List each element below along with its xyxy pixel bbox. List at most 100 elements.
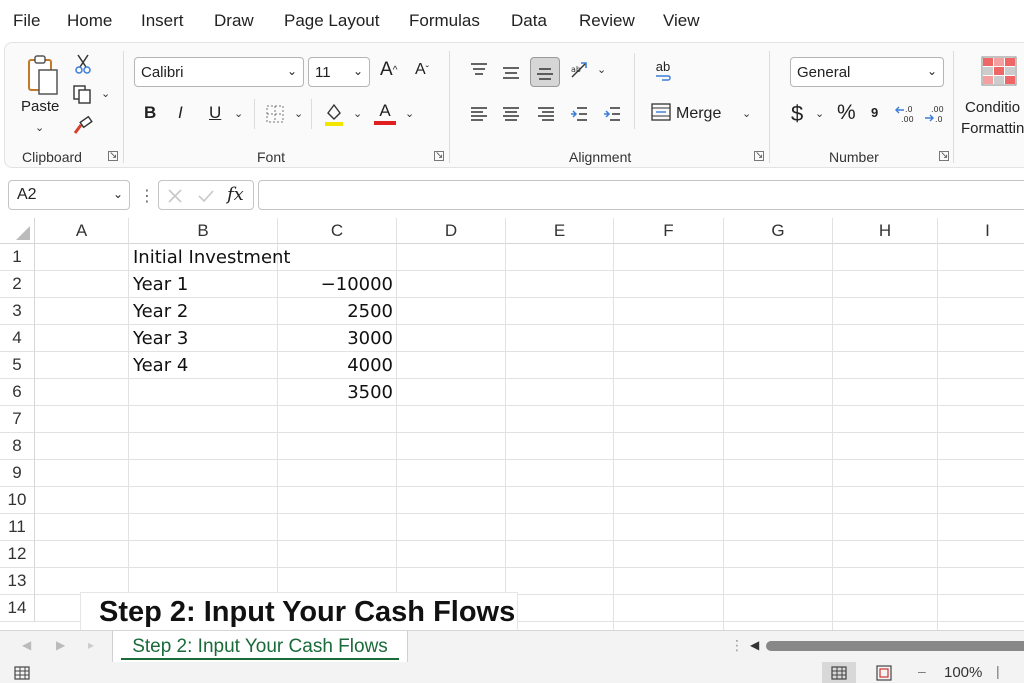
cell-c6[interactable]: 3500 bbox=[278, 379, 397, 406]
alignment-launcher-icon[interactable]: ↘ bbox=[754, 151, 764, 161]
cell-c3[interactable]: 2500 bbox=[278, 298, 397, 325]
menu-formulas[interactable]: Formulas bbox=[409, 11, 480, 31]
conditional-formatting-label-2[interactable]: Formattin bbox=[961, 120, 1024, 137]
bottom-align-icon[interactable] bbox=[530, 57, 560, 87]
grow-font-button[interactable]: A ^ bbox=[380, 59, 397, 81]
fill-color-chevron-icon[interactable]: ⌄ bbox=[353, 107, 362, 120]
formula-input[interactable] bbox=[258, 180, 1024, 210]
font-size-select[interactable]: 11 ⌄ bbox=[308, 57, 370, 87]
cell-c5[interactable]: 4000 bbox=[278, 352, 397, 379]
column-header-h[interactable]: H bbox=[833, 218, 938, 244]
decrease-decimal-icon[interactable]: .00.0 bbox=[923, 101, 947, 127]
merge-chevron-icon[interactable]: ⌄ bbox=[742, 107, 751, 120]
align-right-icon[interactable] bbox=[535, 103, 557, 125]
row-header-14[interactable]: 14 bbox=[0, 595, 35, 622]
menu-view[interactable]: View bbox=[663, 11, 700, 31]
column-header-c[interactable]: C bbox=[278, 218, 397, 244]
page-layout-view-icon[interactable] bbox=[876, 665, 892, 681]
clipboard-launcher-icon[interactable]: ↘ bbox=[108, 151, 118, 161]
italic-button[interactable]: I bbox=[178, 103, 183, 123]
horizontal-scrollbar[interactable] bbox=[766, 641, 1024, 651]
name-box[interactable]: A2 ⌄ bbox=[8, 180, 130, 210]
borders-icon[interactable] bbox=[264, 103, 286, 125]
cell-b3[interactable]: Year 2 bbox=[129, 298, 278, 325]
row-header-7[interactable]: 7 bbox=[0, 406, 35, 433]
select-all-corner[interactable] bbox=[0, 218, 35, 244]
middle-align-icon[interactable] bbox=[500, 61, 522, 83]
column-header-a[interactable]: A bbox=[35, 218, 129, 244]
comma-style-button[interactable]: 9 bbox=[871, 105, 878, 120]
cell-b2[interactable]: Year 1 bbox=[129, 271, 278, 298]
sheet-tab-active[interactable]: Step 2: Input Your Cash Flows bbox=[112, 631, 408, 663]
underline-button[interactable]: U bbox=[209, 103, 221, 123]
format-painter-icon[interactable] bbox=[71, 115, 95, 137]
scroll-left-icon[interactable]: ◀ bbox=[750, 638, 759, 652]
conditional-formatting-icon[interactable] bbox=[981, 55, 1017, 87]
enter-icon[interactable] bbox=[197, 188, 215, 204]
cell-b5[interactable]: Year 4 bbox=[129, 352, 278, 379]
decrease-indent-icon[interactable] bbox=[568, 103, 590, 125]
cell-b1[interactable]: Initial Investment bbox=[129, 244, 290, 271]
font-launcher-icon[interactable]: ↘ bbox=[434, 151, 444, 161]
sheet-stats-icon[interactable] bbox=[14, 666, 30, 680]
next-sheet-icon[interactable]: ▶ bbox=[56, 638, 65, 652]
prev-sheet-icon[interactable]: ◀ bbox=[22, 638, 31, 652]
column-header-f[interactable]: F bbox=[614, 218, 724, 244]
increase-indent-icon[interactable] bbox=[601, 103, 623, 125]
row-header-6[interactable]: 6 bbox=[0, 379, 35, 406]
shrink-font-button[interactable]: Aˇ bbox=[415, 61, 429, 79]
row-header-2[interactable]: 2 bbox=[0, 271, 35, 298]
zoom-out-button[interactable]: – bbox=[918, 663, 926, 679]
menu-data[interactable]: Data bbox=[511, 11, 547, 31]
menu-draw[interactable]: Draw bbox=[214, 11, 254, 31]
more-sheets-icon[interactable]: ▸ bbox=[88, 638, 94, 652]
increase-decimal-icon[interactable]: .0.00 bbox=[895, 101, 919, 127]
menu-page-layout[interactable]: Page Layout bbox=[284, 11, 379, 31]
row-header-10[interactable]: 10 bbox=[0, 487, 35, 514]
copy-chevron-icon[interactable]: ⌄ bbox=[101, 87, 110, 100]
menu-home[interactable]: Home bbox=[67, 11, 112, 31]
column-header-e[interactable]: E bbox=[506, 218, 614, 244]
conditional-formatting-label-1[interactable]: Conditio bbox=[965, 99, 1020, 116]
paste-icon[interactable] bbox=[23, 53, 63, 97]
underline-chevron-icon[interactable]: ⌄ bbox=[234, 107, 243, 120]
font-family-select[interactable]: Calibri ⌄ bbox=[134, 57, 304, 87]
row-header-13[interactable]: 13 bbox=[0, 568, 35, 595]
cell-c2[interactable]: −10000 bbox=[278, 271, 397, 298]
column-header-d[interactable]: D bbox=[397, 218, 506, 244]
fill-color-icon[interactable] bbox=[323, 101, 345, 127]
font-color-icon[interactable]: A bbox=[373, 99, 397, 127]
menu-file[interactable]: File bbox=[13, 11, 40, 31]
orientation-chevron-icon[interactable]: ⌄ bbox=[597, 63, 606, 76]
bold-button[interactable]: B bbox=[144, 103, 156, 123]
row-header-3[interactable]: 3 bbox=[0, 298, 35, 325]
normal-view-button[interactable] bbox=[822, 662, 856, 683]
more-options-icon[interactable]: ⋮ bbox=[139, 186, 155, 206]
row-header-4[interactable]: 4 bbox=[0, 325, 35, 352]
merge-button[interactable]: Merge bbox=[676, 105, 721, 123]
percent-button[interactable]: % bbox=[837, 101, 856, 125]
currency-chevron-icon[interactable]: ⌄ bbox=[815, 107, 824, 120]
align-center-icon[interactable] bbox=[500, 103, 522, 125]
number-format-select[interactable]: General ⌄ bbox=[790, 57, 944, 87]
column-header-b[interactable]: B bbox=[129, 218, 278, 244]
row-header-12[interactable]: 12 bbox=[0, 541, 35, 568]
menu-insert[interactable]: Insert bbox=[141, 11, 184, 31]
row-header-1[interactable]: 1 bbox=[0, 244, 35, 271]
merge-icon[interactable] bbox=[650, 101, 672, 123]
zoom-level[interactable]: 100% bbox=[944, 664, 982, 681]
row-header-11[interactable]: 11 bbox=[0, 514, 35, 541]
borders-chevron-icon[interactable]: ⌄ bbox=[294, 107, 303, 120]
cancel-icon[interactable] bbox=[167, 188, 183, 204]
tab-split-handle-icon[interactable]: ⋮ bbox=[730, 637, 744, 654]
currency-button[interactable]: $ bbox=[791, 101, 803, 127]
cut-icon[interactable] bbox=[73, 53, 93, 75]
number-launcher-icon[interactable]: ↘ bbox=[939, 151, 949, 161]
row-header-9[interactable]: 9 bbox=[0, 460, 35, 487]
orientation-icon[interactable]: ab bbox=[568, 59, 592, 81]
align-left-icon[interactable] bbox=[468, 103, 490, 125]
cell-b4[interactable]: Year 3 bbox=[129, 325, 278, 352]
paste-chevron-icon[interactable]: ⌄ bbox=[35, 121, 44, 134]
menu-review[interactable]: Review bbox=[579, 11, 635, 31]
paste-button[interactable]: Paste bbox=[21, 98, 59, 115]
